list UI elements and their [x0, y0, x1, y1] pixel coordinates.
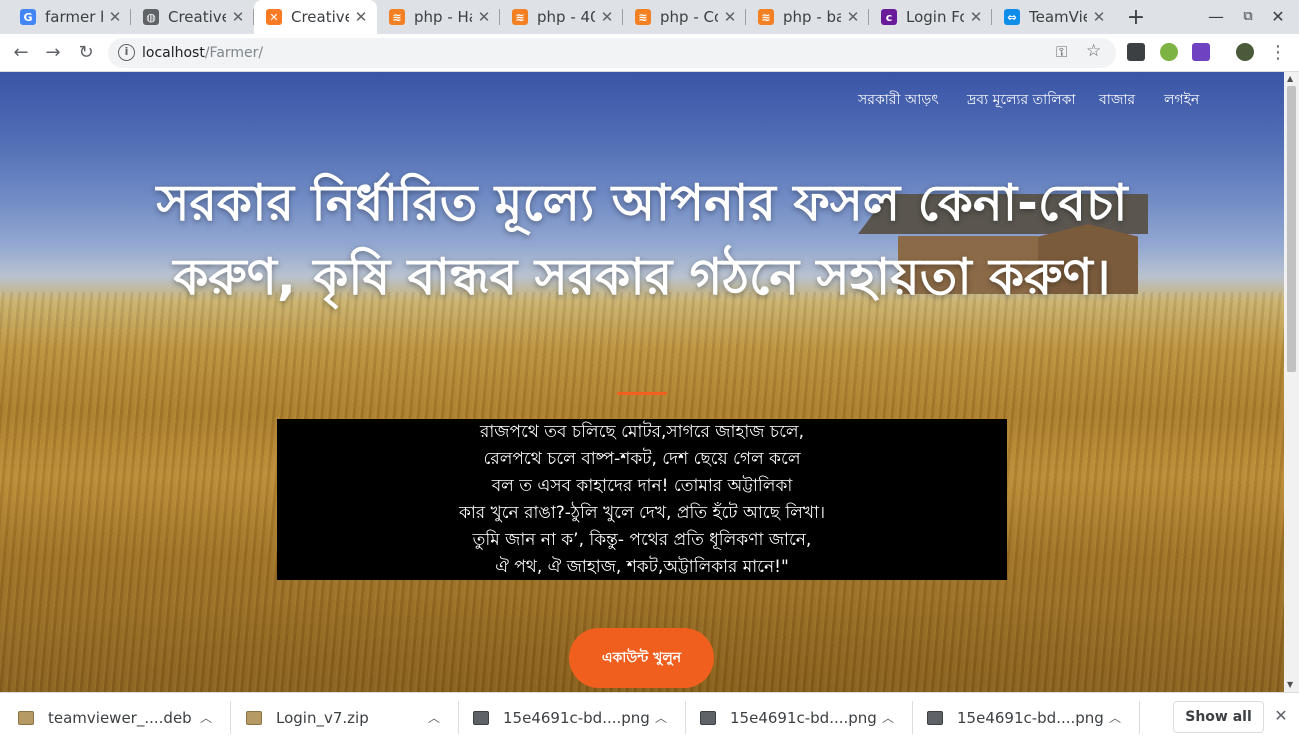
browser-tab[interactable]: ≋ php - Ha ✕	[377, 0, 500, 34]
close-tab-icon[interactable]: ✕	[353, 8, 369, 26]
chevron-up-icon[interactable]: ︿	[428, 709, 440, 726]
close-tab-icon[interactable]: ✕	[230, 8, 246, 26]
poem-line: বল ত এসব কাহাদের দান! তোমার অট্টালিকা	[491, 476, 793, 496]
browser-tab[interactable]: ≋ php - 404✕	[500, 0, 623, 34]
stackoverflow-icon: ≋	[758, 9, 774, 25]
poem-line: ঐ পথ, ঐ জাহাজ, শকট,অট্টালিকার মানে!"	[495, 557, 789, 577]
stackoverflow-icon: ≋	[389, 9, 405, 25]
nav-price-list[interactable]: দ্রব্য মূল্যের তালিকা	[967, 88, 1076, 112]
scroll-thumb[interactable]	[1287, 86, 1296, 372]
xampp-icon: ✕	[266, 9, 282, 25]
tab-title: Creative	[168, 8, 226, 26]
close-tab-icon[interactable]: ✕	[476, 8, 492, 26]
url-host: localhost	[142, 45, 205, 61]
download-filename: 15e4691c-bd....png	[957, 708, 1104, 727]
poem-line: রাজপথে তব চলিছে মোটর,সাগরে জাহাজ চলে,	[480, 422, 804, 442]
image-file-icon	[700, 710, 716, 725]
colorlib-icon: c	[881, 9, 897, 25]
close-tab-icon[interactable]: ✕	[599, 8, 615, 26]
globe-icon: ◍	[143, 9, 159, 25]
image-file-icon	[927, 710, 943, 725]
chevron-up-icon[interactable]: ︿	[1109, 709, 1121, 726]
extension-icon[interactable]	[1127, 43, 1145, 61]
restore-icon[interactable]: ⧉	[1238, 9, 1258, 24]
google-icon: G	[20, 9, 36, 25]
download-item[interactable]: 15e4691c-bd....png ︿	[473, 693, 683, 742]
stackoverflow-icon: ≋	[512, 9, 528, 25]
close-tab-icon[interactable]: ✕	[1091, 8, 1107, 26]
close-tab-icon[interactable]: ✕	[722, 8, 738, 26]
browser-tab[interactable]: ≋ php - bas✕	[746, 0, 869, 34]
download-item[interactable]: Login_v7.zip ︿	[246, 693, 456, 742]
close-window-icon[interactable]: ✕	[1268, 7, 1288, 26]
chevron-up-icon[interactable]: ︿	[882, 709, 894, 726]
close-tab-icon[interactable]: ✕	[845, 8, 861, 26]
archive-file-icon	[246, 710, 262, 725]
site-info-icon[interactable]: i	[118, 44, 135, 61]
back-icon[interactable]: ←	[8, 40, 34, 66]
download-filename: 15e4691c-bd....png	[503, 708, 650, 727]
browser-tab[interactable]: ✕ Creative ✕	[254, 0, 377, 34]
minimize-icon[interactable]: —	[1206, 7, 1226, 26]
scroll-down-icon[interactable]: ▼	[1287, 680, 1293, 689]
teamviewer-icon: ⇔	[1004, 9, 1020, 25]
download-filename: Login_v7.zip	[276, 708, 369, 727]
tab-title: Login Fo	[906, 8, 964, 26]
poem-line: কার খুনে রাঙা?-ঠুলি খুলে দেখ, প্রতি হঁটে…	[458, 503, 826, 523]
show-all-button[interactable]: Show all	[1173, 701, 1264, 733]
download-item[interactable]: teamviewer_....deb ︿	[18, 693, 228, 742]
chevron-up-icon[interactable]: ︿	[200, 709, 212, 726]
menu-icon[interactable]: ⋮	[1265, 40, 1291, 66]
url-text[interactable]: localhost/Farmer/	[142, 45, 263, 61]
download-item[interactable]: 15e4691c-bd....png ︿	[700, 693, 910, 742]
purple-extension-icon[interactable]	[1192, 43, 1210, 61]
page-scrollbar[interactable]: ▲ ▼	[1284, 72, 1299, 692]
stackoverflow-icon: ≋	[635, 9, 651, 25]
download-item[interactable]: 15e4691c-bd....png ︿	[927, 693, 1137, 742]
hero-title: সরকার নির্ধারিত মূল্যে আপনার ফসল কেনা-বে…	[156, 174, 1128, 306]
chevron-up-icon[interactable]: ︿	[655, 709, 667, 726]
archive-file-icon	[18, 710, 34, 725]
close-tab-icon[interactable]: ✕	[107, 8, 123, 26]
new-tab-button[interactable]: +	[1124, 5, 1148, 30]
download-filename: 15e4691c-bd....png	[730, 708, 877, 727]
hero-divider	[617, 392, 667, 395]
key-icon[interactable]: ⚿	[1056, 43, 1067, 61]
poem-box: রাজপথে তব চলিছে মোটর,সাগরে জাহাজ চলে, রে…	[277, 419, 1007, 580]
tab-title: php - Co	[660, 8, 718, 26]
address-bar[interactable]: i localhost/Farmer/ ⚿ ☆	[108, 38, 1116, 68]
tab-strip: Gfarmer h✕◍Creative✕✕Creative✕≋php - Ha✕…	[0, 0, 1299, 34]
page-viewport: সরকারী আড়ৎ দ্রব্য মূল্যের তালিকা বাজার …	[0, 72, 1284, 692]
forward-icon[interactable]: →	[40, 40, 66, 66]
bookmark-star-icon[interactable]: ☆	[1086, 41, 1101, 61]
browser-tab[interactable]: ≋ php - Co ✕	[623, 0, 746, 34]
download-filename: teamviewer_....deb	[48, 708, 192, 727]
tab-title: php - Ha	[414, 8, 472, 26]
browser-tab[interactable]: c Login Fo ✕	[869, 0, 992, 34]
scroll-up-icon[interactable]: ▲	[1287, 74, 1293, 83]
nav-govt-depot[interactable]: সরকারী আড়ৎ	[858, 88, 939, 112]
tab-title: farmer h	[45, 8, 103, 26]
tab-title: TeamVie	[1029, 8, 1087, 26]
browser-toolbar: ← → ↻ i localhost/Farmer/ ⚿ ☆ ⋮	[0, 34, 1299, 72]
nav-login[interactable]: লগইন	[1164, 88, 1199, 112]
open-account-button[interactable]: একাউন্ট খুলুন	[569, 628, 714, 688]
reload-icon[interactable]: ↻	[73, 40, 99, 66]
avatar[interactable]	[1236, 43, 1254, 61]
browser-tab[interactable]: ◍ Creative ✕	[131, 0, 254, 34]
nav-market[interactable]: বাজার	[1099, 88, 1135, 112]
download-shelf: teamviewer_....deb ︿ Login_v7.zip ︿ 15e4691c…	[0, 692, 1299, 741]
poem-line: তুমি জান না ক’, কিন্তু- পথের প্রতি ধূলিক…	[472, 530, 812, 550]
browser-tab[interactable]: ⇔ TeamVie ✕	[992, 0, 1115, 34]
poem-line: রেলপথে চলে বাষ্প-শকট, দেশ ছেয়ে গেল কলে	[483, 449, 801, 469]
browser-tab[interactable]: Gfarmer h✕	[8, 0, 131, 34]
tab-title: php - 404	[537, 8, 595, 26]
tab-title: Creative	[291, 8, 349, 26]
url-path: /Farmer/	[204, 45, 264, 61]
close-tab-icon[interactable]: ✕	[968, 8, 984, 26]
close-shelf-icon[interactable]: ✕	[1272, 706, 1290, 725]
tab-title: php - bas	[783, 8, 841, 26]
android-extension-icon[interactable]	[1160, 43, 1178, 61]
image-file-icon	[473, 710, 489, 725]
